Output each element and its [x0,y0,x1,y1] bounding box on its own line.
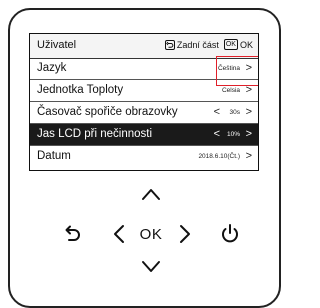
chevron-right-icon [180,225,190,243]
menu-item-label: Jas LCD při nečinnosti [37,128,153,140]
chevron-left-icon: < [213,106,220,118]
lcd-screen: Uživatel Zadní část OK OK Jazyk Čeština … [29,33,259,171]
chevron-up-icon [142,189,160,200]
back-hint-label: Zadní část [176,39,219,50]
up-button[interactable] [141,187,161,207]
ok-hint-icon: OK [223,39,238,50]
menu-item-screensaver-timer[interactable]: Časovač spořiče obrazovky < 30s > [30,102,258,124]
highlight-box [216,56,258,86]
menu-item-label: Časovač spořiče obrazovky [37,106,178,118]
menu-item-label: Jazyk [37,62,67,74]
chevron-left-icon: < [213,128,220,140]
ok-button[interactable]: OK [137,226,165,246]
back-button[interactable] [62,224,82,244]
chevron-left-icon [114,225,124,243]
menu-item-value: 2018.6.10(Čt.) [198,153,240,160]
chevron-right-icon: > [245,106,252,118]
menu-item-lcd-brightness[interactable]: Jas LCD při nečinnosti < 10% > [30,124,258,146]
right-button[interactable] [177,224,193,244]
menu-item-value: 10% [226,131,240,138]
back-arrow-icon [65,225,80,241]
menu-item-label: Datum [37,150,71,162]
menu-item-value: Celsia [221,87,240,94]
ok-hint-label: OK [239,39,253,50]
chevron-right-icon: > [245,150,252,162]
menu-item-value: 30s [229,109,240,116]
page-title: Uživatel [37,39,77,51]
left-button[interactable] [111,224,127,244]
chevron-down-icon [142,261,160,272]
down-button[interactable] [141,260,161,276]
power-button[interactable] [219,223,241,245]
power-icon [222,224,238,243]
chevron-right-icon: > [245,128,252,140]
header-hints: Zadní část OK OK [164,39,253,50]
menu-item-date[interactable]: Datum 2018.6.10(Čt.) > [30,146,258,168]
back-hint-icon [164,39,175,50]
menu-item-label: Jednotka Toploty [37,84,124,96]
